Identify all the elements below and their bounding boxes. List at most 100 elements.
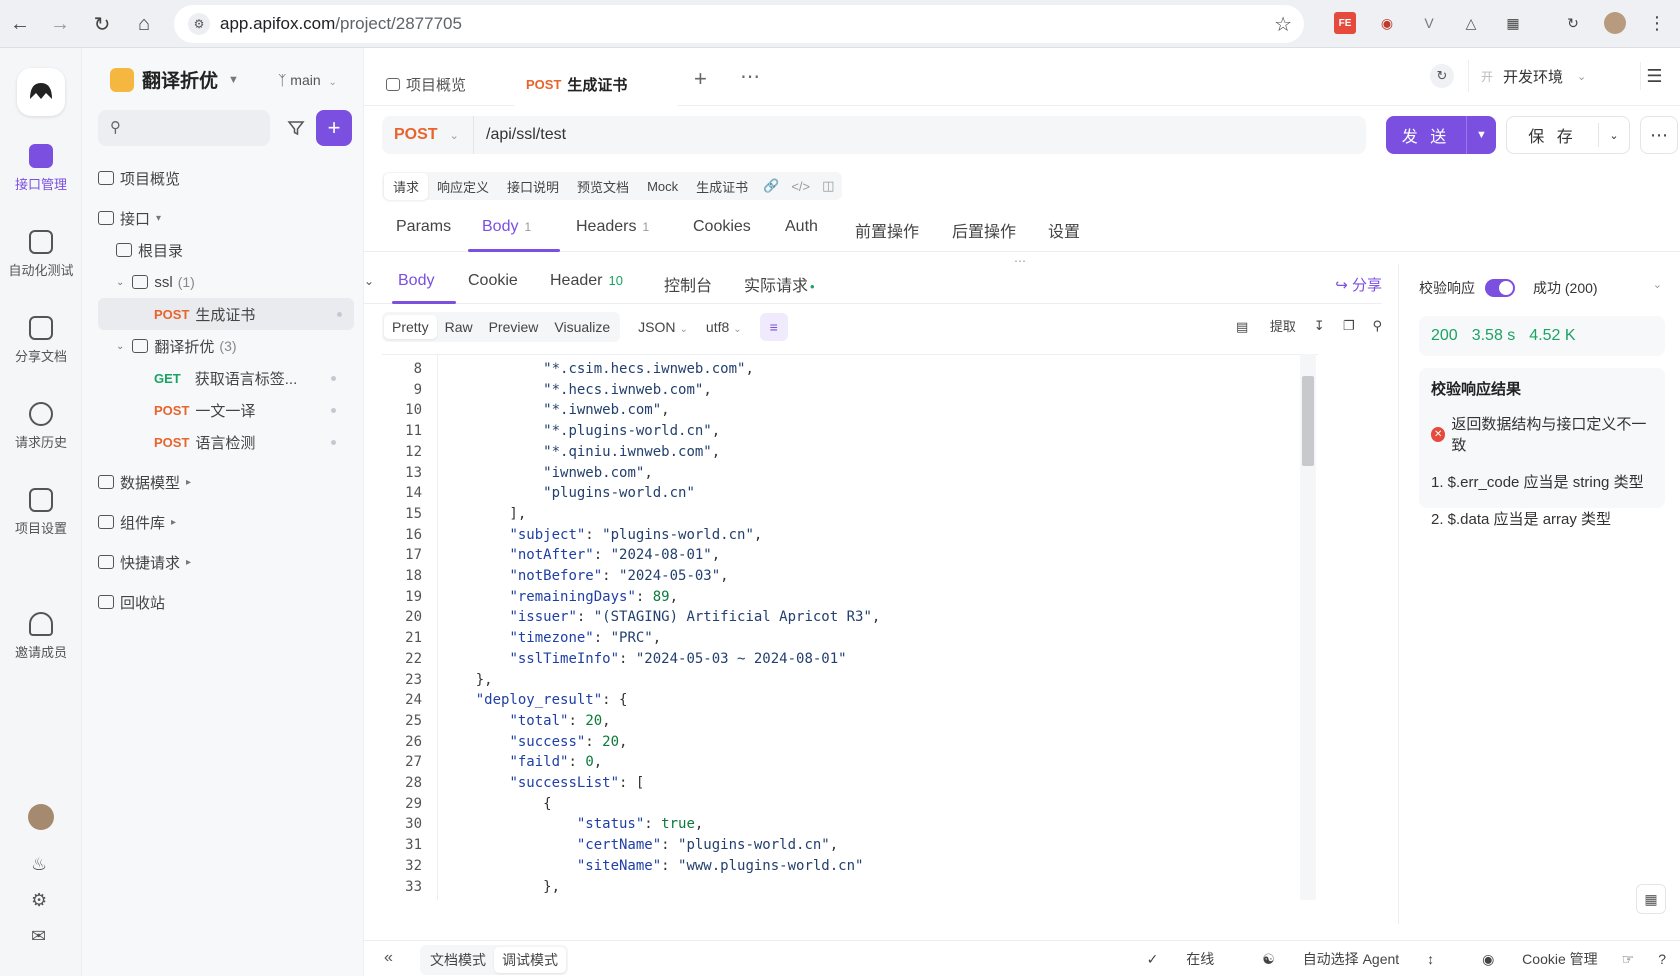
tree-root[interactable]: 根目录 bbox=[82, 234, 364, 266]
subtab-api-doc[interactable]: 接口说明 bbox=[498, 173, 568, 200]
profile-avatar[interactable] bbox=[1604, 12, 1626, 34]
validate-toggle[interactable] bbox=[1485, 279, 1515, 297]
tree-item-detect[interactable]: POST 语言检测 bbox=[82, 426, 364, 458]
address-bar[interactable]: ⚙ app.apifox.com/project/2877705 ☆ bbox=[174, 5, 1304, 43]
tree-quick-request[interactable]: 快捷请求 ▸ bbox=[82, 546, 364, 578]
doc-mode-button[interactable]: 文档模式 bbox=[422, 947, 494, 973]
chevron-down-icon[interactable]: ⌄ bbox=[1653, 278, 1662, 291]
rail-api-management[interactable]: 接口管理 bbox=[0, 144, 82, 193]
menu-icon[interactable]: ☰ bbox=[1640, 62, 1668, 90]
code-scrollbar[interactable] bbox=[1300, 354, 1316, 900]
branch-selector[interactable]: ᛉ main ⌄ bbox=[278, 72, 337, 88]
tab-post-ops[interactable]: 后置操作 bbox=[952, 218, 1016, 242]
extension-fe-icon[interactable]: FE bbox=[1334, 12, 1356, 34]
tab-generate-cert[interactable]: POST 生成证书 bbox=[514, 62, 678, 106]
resp-tab-actual-request[interactable]: 实际请求 • bbox=[744, 272, 815, 296]
code-icon[interactable]: </> bbox=[785, 179, 816, 194]
gear-icon[interactable]: ⚙ bbox=[31, 890, 47, 911]
search-input[interactable]: ⚲ bbox=[98, 110, 270, 146]
format-pretty[interactable]: Pretty bbox=[384, 315, 437, 339]
forward-icon[interactable]: → bbox=[40, 4, 80, 44]
subtab-response-def[interactable]: 响应定义 bbox=[428, 173, 498, 200]
debug-mode-button[interactable]: 调试模式 bbox=[494, 947, 566, 973]
feedback-icon[interactable]: ✉ bbox=[31, 926, 46, 947]
search-icon[interactable]: ⚲ bbox=[1372, 318, 1382, 334]
response-code-view[interactable]: 8 "*.csim.hecs.iwnweb.com", 9 "*.hecs.iwn… bbox=[382, 354, 1318, 900]
rail-request-history[interactable]: 请求历史 bbox=[0, 402, 82, 451]
copy-icon[interactable]: ❐ bbox=[1343, 318, 1355, 334]
send-button[interactable]: 发 送 ▼ bbox=[1386, 116, 1496, 154]
tree-item-get-lang[interactable]: GET 获取语言标签... bbox=[82, 362, 364, 394]
tree-api[interactable]: 接口 ▾ bbox=[82, 202, 364, 234]
bell-icon[interactable]: ♨ bbox=[31, 854, 47, 875]
tree-ssl-folder[interactable]: ⌄ ssl (1) bbox=[82, 266, 364, 298]
extension-v-icon[interactable]: V bbox=[1418, 12, 1440, 34]
chevron-down-icon[interactable]: ▼ bbox=[1466, 116, 1496, 154]
apifox-logo[interactable] bbox=[17, 68, 65, 116]
language-select[interactable]: JSON ⌄ bbox=[638, 319, 688, 335]
chevron-down-icon[interactable]: ⌄ bbox=[1599, 129, 1629, 142]
tab-project-overview[interactable]: 项目概览 bbox=[374, 62, 478, 106]
tab-pre-ops[interactable]: 前置操作 bbox=[855, 218, 919, 242]
collapse-sidebar-icon[interactable]: « bbox=[384, 949, 393, 967]
link-icon[interactable]: 🔗 bbox=[757, 178, 785, 194]
refresh-icon[interactable]: ↻ bbox=[1430, 64, 1454, 88]
subtab-mock[interactable]: Mock bbox=[638, 175, 687, 198]
more-options-button[interactable]: ⋯ bbox=[1640, 116, 1678, 154]
rail-automation-test[interactable]: 自动化测试 bbox=[0, 230, 82, 279]
tree-components[interactable]: 组件库 ▸ bbox=[82, 506, 364, 538]
environment-select[interactable]: 开 开发环境 ⌄ bbox=[1468, 60, 1628, 92]
tree-overview[interactable]: 项目概览 bbox=[82, 162, 364, 194]
browser-menu-icon[interactable]: ⋮ bbox=[1646, 12, 1668, 34]
tab-body[interactable]: Body 1 bbox=[482, 218, 531, 236]
resp-tab-console[interactable]: 控制台 bbox=[664, 272, 712, 296]
wrap-lines-icon[interactable]: ≡ bbox=[759, 313, 788, 341]
extract-button[interactable]: ▤ 提取 bbox=[1218, 316, 1296, 335]
resp-tab-body[interactable]: Body bbox=[398, 272, 434, 290]
download-icon[interactable]: ↧ bbox=[1314, 318, 1325, 334]
add-button[interactable]: + bbox=[316, 110, 352, 146]
scrollbar-thumb[interactable] bbox=[1302, 376, 1314, 466]
online-status[interactable]: ✓ 在线 bbox=[1123, 949, 1215, 969]
format-raw[interactable]: Raw bbox=[437, 315, 481, 339]
subtab-name[interactable]: 生成证书 bbox=[687, 173, 757, 200]
project-switcher[interactable]: 翻译折优 ▼ bbox=[110, 66, 239, 93]
tree-recycle[interactable]: 回收站 bbox=[82, 586, 364, 618]
format-preview[interactable]: Preview bbox=[481, 315, 547, 339]
home-icon[interactable]: ⌂ bbox=[124, 4, 164, 44]
method-select[interactable]: POST ⌄ bbox=[382, 116, 474, 154]
tree-data-model[interactable]: 数据模型 ▸ bbox=[82, 466, 364, 498]
filter-button[interactable] bbox=[278, 110, 314, 146]
help-icon[interactable]: ? bbox=[1658, 951, 1666, 967]
tree-item-ssl-generate[interactable]: POST 生成证书 bbox=[98, 298, 354, 330]
extension-triangle-icon[interactable]: △ bbox=[1460, 12, 1482, 34]
site-info-icon[interactable]: ⚙ bbox=[188, 13, 210, 35]
rail-share-doc[interactable]: 分享文档 bbox=[0, 316, 82, 365]
subtab-request[interactable]: 请求 bbox=[384, 172, 429, 200]
save-button[interactable]: 保 存 ⌄ bbox=[1506, 116, 1630, 154]
share-button[interactable]: ↪ 分享 bbox=[1335, 274, 1382, 295]
tree-trans-folder[interactable]: ⌄ 翻译折优 (3) bbox=[82, 330, 364, 362]
extensions-puzzle-icon[interactable]: ▦ bbox=[1502, 12, 1524, 34]
user-avatar[interactable] bbox=[28, 804, 54, 830]
rail-project-settings[interactable]: 项目设置 bbox=[0, 488, 82, 537]
split-view-icon[interactable]: ◫ bbox=[816, 178, 840, 194]
cookie-manager[interactable]: ◉ Cookie 管理 bbox=[1458, 949, 1598, 969]
tab-auth[interactable]: Auth bbox=[785, 218, 818, 236]
resp-tab-header[interactable]: Header 10 bbox=[550, 272, 623, 290]
url-input[interactable]: /api/ssl/test bbox=[474, 126, 566, 144]
collapse-response-icon[interactable]: ⌄ bbox=[364, 274, 374, 288]
new-tab-icon[interactable]: + bbox=[694, 66, 707, 92]
tree-item-translate[interactable]: POST 一文一译 bbox=[82, 394, 364, 426]
tab-settings[interactable]: 设置 bbox=[1048, 218, 1080, 242]
bookmark-star-icon[interactable]: ☆ bbox=[1274, 12, 1292, 37]
tab-cookies[interactable]: Cookies bbox=[693, 218, 751, 236]
encoding-select[interactable]: utf8 ⌄ bbox=[706, 319, 742, 335]
reload-icon[interactable]: ↻ bbox=[82, 4, 122, 44]
tab-headers[interactable]: Headers 1 bbox=[576, 218, 649, 236]
extension-sync-icon[interactable]: ↻ bbox=[1562, 12, 1584, 34]
resp-tab-cookie[interactable]: Cookie bbox=[468, 272, 518, 290]
layout-toggle-icon[interactable]: ▦ bbox=[1636, 884, 1666, 914]
agent-select[interactable]: ☯ 自动选择 Agent ↕ bbox=[1238, 949, 1434, 969]
extension-bear-icon[interactable]: ◉ bbox=[1376, 12, 1398, 34]
